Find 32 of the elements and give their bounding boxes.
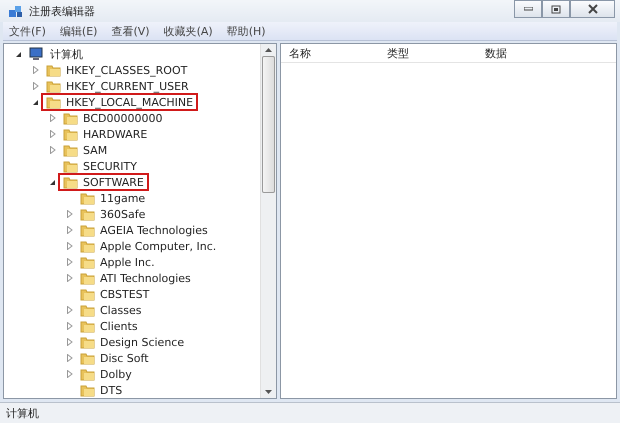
tree-item[interactable]: AGEIA Technologies — [100, 224, 208, 236]
tree-item[interactable]: DTS — [100, 384, 122, 396]
tree-item[interactable]: HKEY_CURRENT_USER — [66, 80, 189, 92]
menu-item[interactable]: 帮助(H) — [224, 24, 268, 38]
tree-item[interactable]: 11game — [100, 192, 146, 204]
menu-item[interactable]: 文件(F) — [7, 24, 48, 38]
tree-item[interactable]: SAM — [83, 144, 108, 156]
tree-item[interactable]: Disc Soft — [100, 352, 149, 364]
tree-item[interactable]: HARDWARE — [83, 128, 148, 140]
column-header[interactable]: 类型 — [387, 46, 485, 60]
tree-item[interactable]: SECURITY — [83, 160, 137, 172]
tree-item[interactable]: CBSTEST — [100, 288, 150, 300]
tree-item[interactable]: 计算机 — [50, 46, 83, 62]
tree-item[interactable]: ATI Technologies — [100, 272, 191, 284]
column-header[interactable]: 名称 — [289, 46, 387, 60]
tree-item[interactable]: SOFTWARE — [83, 176, 144, 188]
tree-item[interactable]: Design Science — [100, 336, 184, 348]
status-text: 计算机 — [6, 406, 39, 420]
menu-item[interactable]: 查看(V) — [109, 24, 152, 38]
window-title: 注册表编辑器 — [29, 4, 96, 18]
tree-item[interactable]: Clients — [100, 320, 138, 332]
tree-item[interactable]: Classes — [100, 304, 142, 316]
tree-item[interactable]: HKEY_LOCAL_MACHINE — [66, 96, 194, 108]
tree-item[interactable]: Apple Inc. — [100, 256, 155, 268]
menu-item[interactable]: 编辑(E) — [58, 24, 100, 38]
column-header[interactable]: 数据 — [485, 46, 583, 60]
tree-item[interactable]: BCD00000000 — [83, 112, 162, 124]
tree-item[interactable]: Apple Computer, Inc. — [100, 240, 216, 252]
tree-item[interactable]: HKEY_CLASSES_ROOT — [66, 64, 188, 76]
menu-item[interactable]: 收藏夹(A) — [162, 24, 215, 38]
tree-item[interactable]: 360Safe — [100, 208, 146, 220]
tree-item[interactable]: Dolby — [100, 368, 132, 380]
